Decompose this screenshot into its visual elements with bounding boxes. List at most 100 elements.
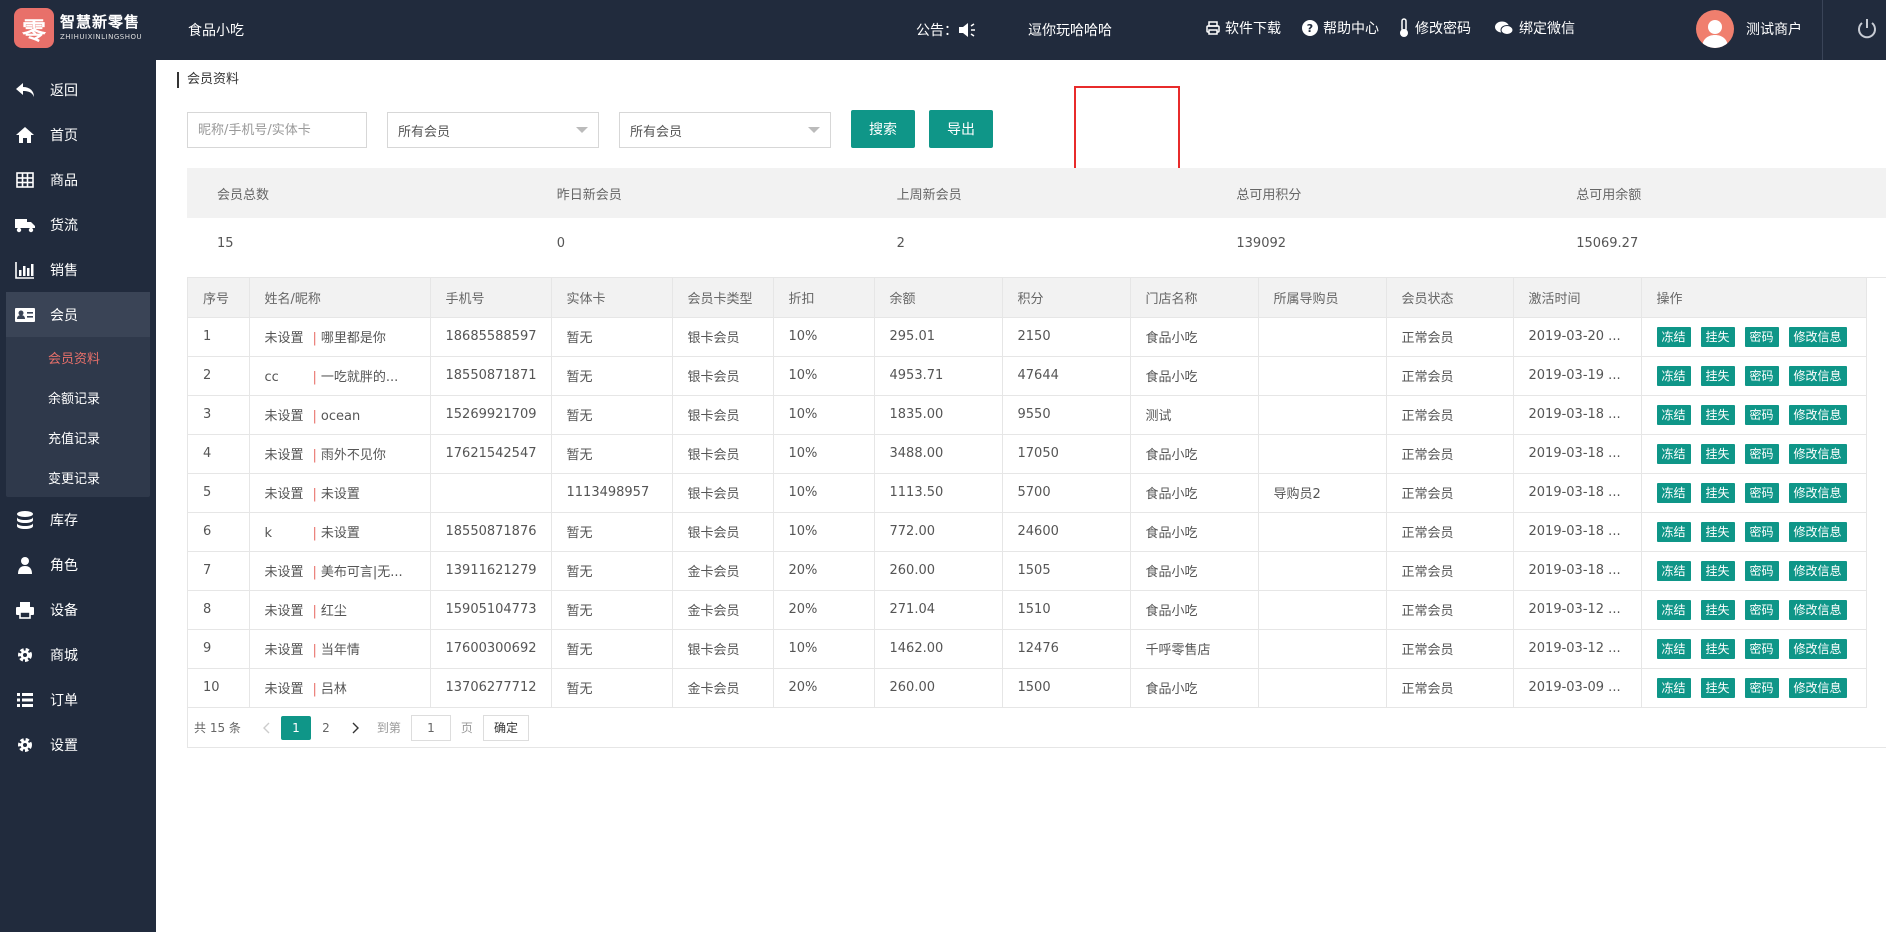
notice-text[interactable]: 逗你玩哈哈哈 — [1028, 20, 1112, 40]
sidebar-item-back[interactable]: 返回 — [0, 67, 156, 112]
next-page-button[interactable] — [341, 716, 371, 740]
sidebar-item-home[interactable]: 首页 — [0, 112, 156, 157]
report-loss-button[interactable]: 挂失 — [1700, 482, 1735, 503]
cell-no: 10 — [188, 668, 250, 708]
freeze-button[interactable]: 冻结 — [1656, 560, 1691, 581]
sidebar-item-member[interactable]: 会员 — [6, 292, 150, 337]
goto-confirm-button[interactable]: 确定 — [482, 714, 529, 741]
table-row: 8 未设置 | 红尘 15905104773 暂无 金卡会员 20% 271.04 1510 食品小… — [188, 590, 1867, 630]
search-input-wrap[interactable] — [187, 112, 367, 148]
edit-info-button[interactable]: 修改信息 — [1788, 482, 1847, 503]
freeze-button[interactable]: 冻结 — [1656, 326, 1691, 347]
password-button[interactable]: 密码 — [1744, 638, 1779, 659]
edit-info-button[interactable]: 修改信息 — [1788, 365, 1847, 386]
logout-button[interactable] — [1856, 18, 1878, 44]
edit-info-button[interactable]: 修改信息 — [1788, 677, 1847, 698]
sidebar-item-sales[interactable]: 销售 — [0, 247, 156, 292]
member-status-select[interactable]: 所有会员 — [619, 112, 831, 148]
member-level-select[interactable]: 所有会员 — [387, 112, 599, 148]
sidebar-item-label: 设置 — [50, 737, 78, 754]
sidebar-item-settings[interactable]: 设置 — [0, 722, 156, 767]
report-loss-button[interactable]: 挂失 — [1700, 560, 1735, 581]
goto-page-input[interactable]: 1 — [410, 714, 451, 741]
cell-actions: 冻结 挂失 密码 修改信息 — [1641, 434, 1867, 474]
freeze-button[interactable]: 冻结 — [1656, 599, 1691, 620]
password-button[interactable]: 密码 — [1744, 599, 1779, 620]
cell-time: 2019-03-09 ... — [1513, 668, 1642, 708]
member-table: 序号 姓名/昵称 手机号 实体卡 会员卡类型 折扣 余额 积分 门店名称 所属导… — [187, 277, 1886, 708]
change-password-link[interactable]: 修改密码 — [1398, 18, 1471, 38]
sidebar-item-mall[interactable]: 商城 — [0, 632, 156, 677]
freeze-button[interactable]: 冻结 — [1656, 638, 1691, 659]
report-loss-button[interactable]: 挂失 — [1700, 443, 1735, 464]
freeze-button[interactable]: 冻结 — [1656, 404, 1691, 425]
password-button[interactable]: 密码 — [1744, 326, 1779, 347]
help-center-link[interactable]: ? 帮助中心 — [1302, 18, 1379, 38]
list-icon — [14, 689, 36, 711]
sidebar-item-role[interactable]: 角色 — [0, 542, 156, 587]
cell-store: 食品小吃 — [1130, 668, 1259, 708]
edit-info-button[interactable]: 修改信息 — [1788, 443, 1847, 464]
password-button[interactable]: 密码 — [1744, 482, 1779, 503]
report-loss-button[interactable]: 挂失 — [1700, 599, 1735, 620]
password-button[interactable]: 密码 — [1744, 404, 1779, 425]
edit-info-button[interactable]: 修改信息 — [1788, 638, 1847, 659]
sidebar-sub-member-profile[interactable]: 会员资料 — [6, 337, 150, 377]
logo-title: 智慧新零售 — [60, 13, 141, 31]
sidebar-sub-balance-records[interactable]: 余额记录 — [6, 377, 150, 417]
password-button[interactable]: 密码 — [1744, 677, 1779, 698]
sidebar-item-goods[interactable]: 商品 — [0, 157, 156, 202]
name-separator: | — [312, 487, 317, 502]
prev-page-button[interactable] — [251, 716, 281, 740]
report-loss-button[interactable]: 挂失 — [1700, 677, 1735, 698]
edit-info-button[interactable]: 修改信息 — [1788, 599, 1847, 620]
cell-actions: 冻结 挂失 密码 修改信息 — [1641, 473, 1867, 513]
cell-actions: 冻结 挂失 密码 修改信息 — [1641, 356, 1867, 396]
member-nickname: 哪里都是你 — [320, 331, 386, 346]
sidebar-sub-change-records[interactable]: 变更记录 — [6, 457, 150, 497]
sidebar-sub-recharge-records[interactable]: 充值记录 — [6, 417, 150, 457]
password-button[interactable]: 密码 — [1744, 560, 1779, 581]
freeze-button[interactable]: 冻结 — [1656, 482, 1691, 503]
logo-subtitle: ZHIHUIXINLINGSHOU — [60, 33, 143, 41]
edit-info-button[interactable]: 修改信息 — [1788, 521, 1847, 542]
sidebar-item-orders[interactable]: 订单 — [0, 677, 156, 722]
edit-info-button[interactable]: 修改信息 — [1788, 560, 1847, 581]
freeze-button[interactable]: 冻结 — [1656, 677, 1691, 698]
member-nickname: 未设置 — [320, 487, 360, 502]
report-loss-button[interactable]: 挂失 — [1700, 638, 1735, 659]
freeze-button[interactable]: 冻结 — [1656, 365, 1691, 386]
sidebar-item-device[interactable]: 设备 — [0, 587, 156, 632]
search-input[interactable] — [198, 122, 366, 138]
page-2-button[interactable]: 2 — [311, 716, 341, 740]
cell-phone: 18685588597 — [430, 317, 552, 357]
password-button[interactable]: 密码 — [1744, 365, 1779, 386]
user-menu[interactable]: 测试商户 — [1696, 10, 1802, 48]
cell-status: 正常会员 — [1386, 395, 1514, 435]
page-1-button[interactable]: 1 — [280, 715, 311, 740]
report-loss-button[interactable]: 挂失 — [1700, 521, 1735, 542]
sidebar-item-logistics[interactable]: 货流 — [0, 202, 156, 247]
sidebar-item-inventory[interactable]: 库存 — [0, 497, 156, 542]
edit-info-button[interactable]: 修改信息 — [1788, 326, 1847, 347]
report-loss-button[interactable]: 挂失 — [1700, 365, 1735, 386]
cell-points: 12476 — [1002, 629, 1131, 669]
password-button[interactable]: 密码 — [1744, 521, 1779, 542]
logo[interactable]: 零 智慧新零售 ZHIHUIXINLINGSHOU — [14, 8, 142, 48]
report-loss-button[interactable]: 挂失 — [1700, 326, 1735, 347]
edit-info-button[interactable]: 修改信息 — [1788, 404, 1847, 425]
stat-label-total: 会员总数 — [217, 187, 270, 203]
bind-wechat-link[interactable]: 绑定微信 — [1494, 18, 1575, 38]
cell-card-type: 银卡会员 — [672, 629, 774, 669]
sidebar-item-label: 返回 — [50, 82, 78, 99]
freeze-button[interactable]: 冻结 — [1656, 521, 1691, 542]
search-button[interactable]: 搜索 — [851, 110, 915, 148]
export-button[interactable]: 导出 — [929, 110, 993, 148]
cell-time: 2019-03-18 ... — [1513, 512, 1642, 552]
freeze-button[interactable]: 冻结 — [1656, 443, 1691, 464]
report-loss-button[interactable]: 挂失 — [1700, 404, 1735, 425]
software-download-link[interactable]: 软件下载 — [1206, 18, 1281, 38]
logo-mark-char: 零 — [22, 16, 46, 45]
password-button[interactable]: 密码 — [1744, 443, 1779, 464]
cell-guide — [1258, 512, 1387, 552]
